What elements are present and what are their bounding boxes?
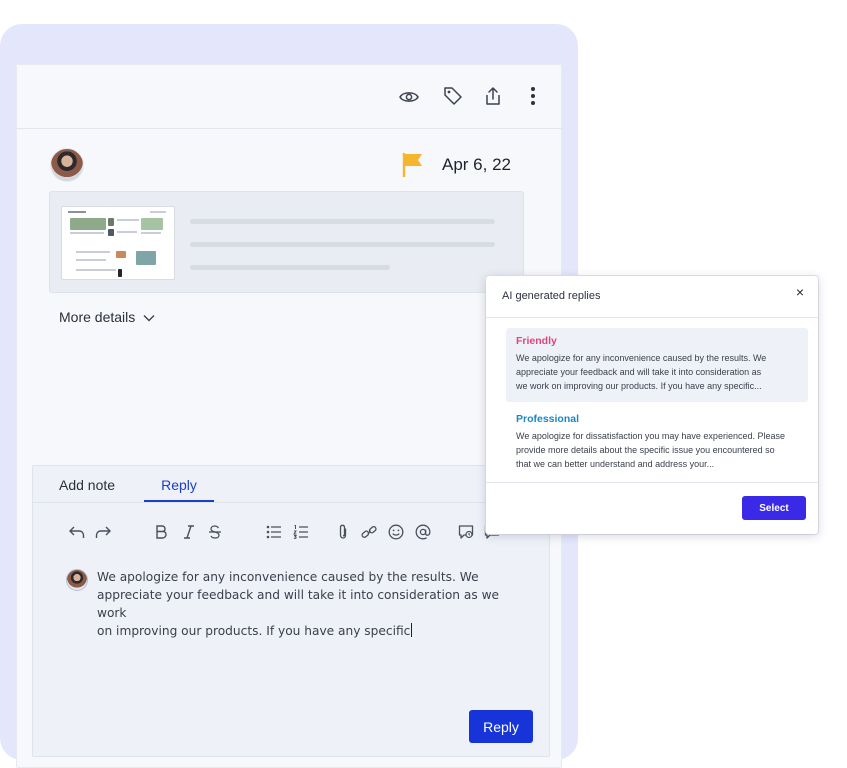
redo-icon[interactable]	[93, 522, 113, 542]
option-line: we work on improving our products. If yo…	[516, 381, 762, 391]
more-details-toggle[interactable]: More details	[59, 309, 155, 325]
option-line: that we can better understand and addres…	[516, 459, 715, 469]
mention-icon[interactable]	[413, 522, 433, 542]
attachment-icon[interactable]	[333, 522, 353, 542]
divider	[486, 317, 818, 318]
agent-avatar	[66, 569, 88, 591]
share-icon[interactable]	[482, 84, 504, 108]
ai-popup-title: AI generated replies	[502, 290, 601, 302]
option-text: We apologize for dissatisfaction you may…	[516, 429, 808, 471]
strikethrough-icon[interactable]	[205, 522, 225, 542]
link-icon[interactable]	[359, 522, 379, 542]
undo-icon[interactable]	[67, 522, 87, 542]
reply-option-friendly[interactable]: Friendly We apologize for any inconvenie…	[506, 328, 808, 402]
ticket-toolbar	[16, 64, 562, 129]
reply-option-professional[interactable]: Professional We apologize for dissatisfa…	[506, 406, 808, 480]
sender-avatar	[50, 148, 84, 182]
canned-response-icon[interactable]	[456, 522, 476, 542]
ticket-panel: Apr 6, 22 More details Add note Reply We…	[16, 64, 562, 768]
attachment-thumbnail[interactable]	[61, 206, 175, 280]
composer-tabs: Add note Reply	[33, 466, 549, 503]
option-title: Professional	[516, 413, 580, 425]
eye-icon[interactable]	[398, 86, 420, 108]
option-text: We apologize for any inconvenience cause…	[516, 351, 808, 393]
flag-icon[interactable]	[402, 152, 424, 183]
option-line: We apologize for dissatisfaction you may…	[516, 431, 785, 441]
tab-add-note[interactable]: Add note	[59, 466, 115, 502]
emoji-icon[interactable]	[386, 522, 406, 542]
draft-line: We apologize for any inconvenience cause…	[97, 570, 479, 584]
tab-reply[interactable]: Reply	[144, 466, 214, 502]
preview-line	[190, 242, 495, 247]
preview-line	[190, 219, 495, 224]
draft-line-last: on improving our products. If you have a…	[97, 622, 527, 640]
option-line: appreciate your feedback and will take i…	[516, 367, 762, 377]
reply-composer: Add note Reply We apologize for any inco…	[32, 465, 550, 757]
draft-line: on improving our products. If you have a…	[97, 624, 411, 638]
chevron-down-icon	[143, 309, 155, 325]
option-title: Friendly	[516, 335, 557, 347]
attachment-preview-card[interactable]	[49, 191, 524, 293]
bullet-list-icon[interactable]	[264, 522, 284, 542]
ai-replies-popup: AI generated replies × Friendly We apolo…	[486, 276, 818, 534]
divider	[486, 482, 818, 483]
more-vertical-icon[interactable]	[522, 84, 544, 108]
text-caret	[411, 623, 413, 637]
reply-button[interactable]: Reply	[469, 710, 533, 743]
tag-icon[interactable]	[441, 84, 465, 108]
formatting-toolbar	[63, 522, 523, 542]
more-details-label: More details	[59, 309, 136, 325]
italic-icon[interactable]	[179, 522, 199, 542]
reply-draft-text[interactable]: We apologize for any inconvenience cause…	[97, 568, 527, 640]
preview-line	[190, 265, 390, 270]
close-icon[interactable]: ×	[792, 284, 808, 300]
bold-icon[interactable]	[151, 522, 171, 542]
option-line: provide more details about the specific …	[516, 445, 775, 455]
draft-line: appreciate your feedback and will take i…	[97, 588, 500, 620]
ticket-date: Apr 6, 22	[442, 155, 511, 174]
numbered-list-icon[interactable]	[291, 522, 311, 542]
select-button[interactable]: Select	[742, 496, 806, 520]
option-line: We apologize for any inconvenience cause…	[516, 353, 767, 363]
